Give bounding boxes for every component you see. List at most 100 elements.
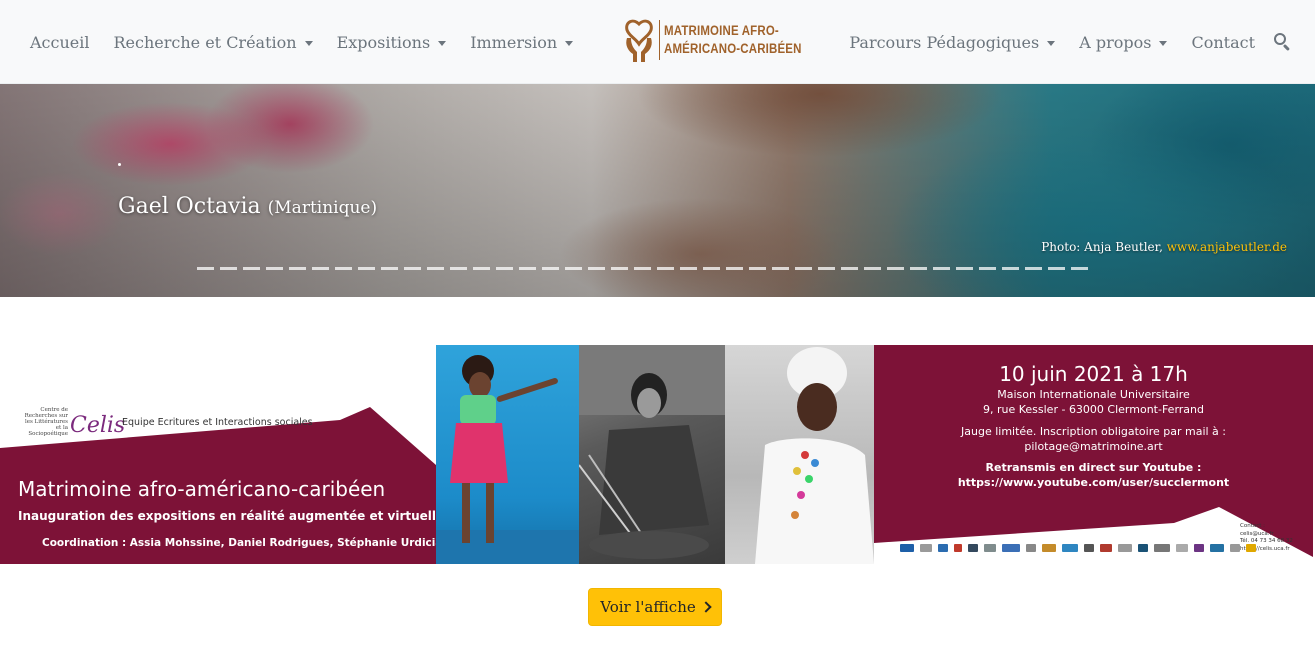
carousel-indicator[interactable] [611, 267, 628, 270]
partner-logo [1194, 544, 1204, 552]
carousel-indicator[interactable] [450, 267, 467, 270]
partner-logo [938, 544, 948, 552]
event-email: pilotage@matrimoine.art [1024, 440, 1163, 453]
caret-down-icon [1159, 40, 1168, 46]
carousel-indicator[interactable] [818, 267, 835, 270]
stream-url: https://www.youtube.com/user/succlermont [957, 476, 1230, 489]
carousel-indicator[interactable] [887, 267, 904, 270]
view-poster-button[interactable]: Voir l'affiche [588, 588, 722, 626]
logo-text: MATRIMOINE AFRO- AMÉRICANO-CARIBÉEN [664, 22, 802, 58]
carousel-indicator[interactable] [703, 267, 720, 270]
nav-label: Recherche et Création [113, 32, 297, 52]
carousel-indicator[interactable] [795, 267, 812, 270]
carousel-indicator[interactable] [335, 267, 352, 270]
carousel-indicator[interactable] [220, 267, 237, 270]
nav-item-a-propos[interactable]: A propos [1067, 33, 1179, 52]
logo-line-1: MATRIMOINE AFRO- [664, 23, 779, 38]
nav-label: Parcours Pédagogiques [849, 32, 1040, 52]
hero-carousel[interactable]: Gael Octavia (Martinique) Photo: Anja Be… [0, 84, 1315, 297]
nav-item-immersion[interactable]: Immersion [458, 33, 585, 52]
credit-link[interactable]: www.anjabeutler.de [1167, 240, 1287, 254]
carousel-indicator[interactable] [427, 267, 444, 270]
banner-left-shape [0, 407, 436, 564]
credit-prefix: Photo: Anja Beutler, [1041, 240, 1163, 254]
logo-line-2: AMÉRICANO-CARIBÉEN [664, 41, 802, 56]
view-poster-label: Voir l'affiche [600, 598, 696, 616]
carousel-indicator[interactable] [1048, 267, 1065, 270]
site-logo[interactable]: MATRIMOINE AFRO- AMÉRICANO-CARIBÉEN [621, 17, 826, 63]
carousel-indicator[interactable] [1071, 267, 1088, 270]
carousel-indicator[interactable] [772, 267, 789, 270]
carousel-indicator[interactable] [634, 267, 651, 270]
partner-logo [1154, 544, 1170, 552]
carousel-indicator[interactable] [933, 267, 950, 270]
nav-item-expositions[interactable]: Expositions [325, 33, 459, 52]
partner-logo [1084, 544, 1094, 552]
partner-logo [968, 544, 978, 552]
carousel-indicator[interactable] [565, 267, 582, 270]
event-venue: Maison Internationale Universitaire [997, 388, 1190, 401]
carousel-indicator[interactable] [358, 267, 375, 270]
banner-left-panel: Centre de Recherches sur les Littérature… [0, 345, 450, 564]
nav-item-accueil[interactable]: Accueil [18, 33, 101, 52]
banner-subtitle: Inauguration des expositions en réalité … [18, 509, 445, 523]
woman-figure [755, 347, 874, 564]
partner-logo [920, 544, 932, 552]
carousel-indicator[interactable] [726, 267, 743, 270]
carousel-indicator[interactable] [381, 267, 398, 270]
carousel-indicator[interactable] [266, 267, 283, 270]
celis-team-label: Equipe Ecritures et Interactions sociale… [122, 417, 313, 428]
carousel-indicator[interactable] [749, 267, 766, 270]
carousel-indicator[interactable] [1002, 267, 1019, 270]
nav-item-parcours[interactable]: Parcours Pédagogiques [837, 33, 1067, 52]
logo-hands-icon [625, 19, 653, 62]
carousel-indicators [197, 267, 1088, 270]
carousel-indicator[interactable] [404, 267, 421, 270]
carousel-indicator[interactable] [289, 267, 306, 270]
logo-separator [659, 20, 660, 60]
carousel-indicator[interactable] [473, 267, 490, 270]
contact-line: Contact : [1240, 523, 1265, 529]
carousel-indicator[interactable] [197, 267, 214, 270]
carousel-indicator[interactable] [519, 267, 536, 270]
carousel-indicator[interactable] [956, 267, 973, 270]
navbar: Accueil Recherche et Création Exposition… [0, 0, 1315, 84]
hero-image [0, 84, 1315, 297]
banner-photo-weaver [579, 345, 725, 564]
search-icon[interactable] [1273, 32, 1293, 52]
caret-down-icon [565, 40, 574, 46]
banner-photo-child [436, 345, 579, 564]
caret-down-icon [304, 40, 313, 46]
carousel-indicator[interactable] [657, 267, 674, 270]
celis-logo: Centre de Recherches sur les Littérature… [22, 407, 126, 437]
hero-caption: Gael Octavia (Martinique) [118, 194, 377, 219]
nav-label: Accueil [30, 32, 90, 52]
banner-photo-smiling-woman [725, 345, 874, 564]
nav-left: Accueil Recherche et Création Exposition… [18, 0, 585, 84]
carousel-indicator[interactable] [312, 267, 329, 270]
carousel-indicator[interactable] [1025, 267, 1042, 270]
hero-dot [118, 163, 121, 166]
banner-title: Matrimoine afro-américano-caribéen [18, 477, 386, 501]
partner-logo [1100, 544, 1112, 552]
nav-item-contact[interactable]: Contact [1179, 33, 1267, 52]
partner-logo [1002, 544, 1020, 552]
carousel-indicator[interactable] [496, 267, 513, 270]
caret-down-icon [438, 40, 447, 46]
carousel-indicator[interactable] [979, 267, 996, 270]
carousel-indicator[interactable] [243, 267, 260, 270]
partner-logo [1176, 544, 1188, 552]
event-capacity-note: Jauge limitée. Inscription obligatoire p… [961, 425, 1226, 438]
carousel-indicator[interactable] [864, 267, 881, 270]
carousel-indicator[interactable] [542, 267, 559, 270]
weaver-figure [579, 345, 725, 559]
carousel-indicator[interactable] [841, 267, 858, 270]
carousel-indicator[interactable] [588, 267, 605, 270]
banner-coordination: Coordination : Assia Mohssine, Daniel Ro… [42, 537, 450, 549]
nav-item-recherche-creation[interactable]: Recherche et Création [101, 33, 324, 52]
nav-right: Parcours Pédagogiques A propos Contact [837, 0, 1293, 84]
partner-logo [1062, 544, 1078, 552]
partner-logo [1230, 544, 1240, 552]
carousel-indicator[interactable] [910, 267, 927, 270]
carousel-indicator[interactable] [680, 267, 697, 270]
